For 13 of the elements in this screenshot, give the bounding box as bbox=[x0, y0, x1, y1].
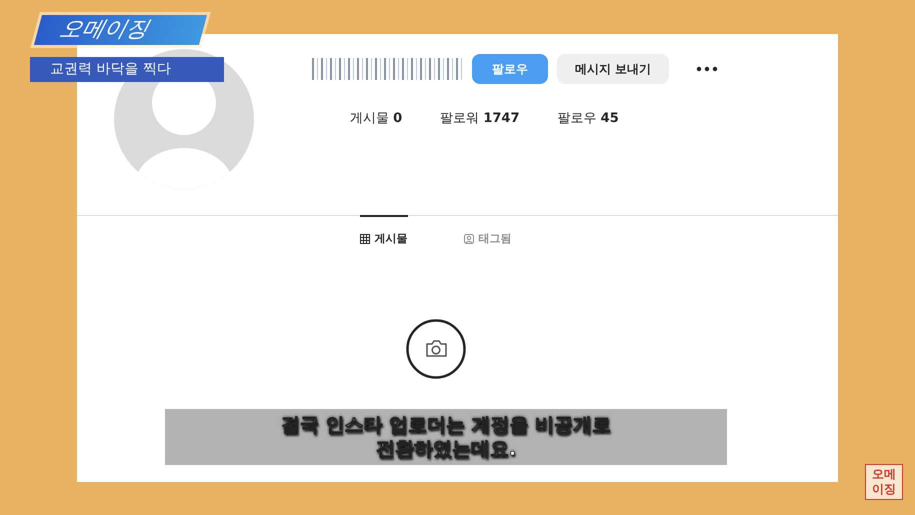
program-title: 교권력 바닥을 찍다 bbox=[30, 57, 224, 82]
person-tag-icon bbox=[464, 234, 474, 244]
profile-tab[interactable]: 게시물 bbox=[360, 215, 408, 260]
subtitle-text: 결국 인스타 업로더는 계정을 비공개로 전환하였는데요. bbox=[280, 413, 612, 461]
more-options-icon[interactable] bbox=[696, 66, 718, 72]
channel-logo: 오메이징 bbox=[34, 15, 208, 45]
message-button[interactable]: 메시지 보내기 bbox=[557, 54, 669, 84]
profile-stat[interactable]: 팔로워 1747 bbox=[440, 109, 520, 127]
corner-logo: 오메 이징 bbox=[865, 464, 903, 500]
grid-icon bbox=[360, 234, 370, 244]
profile-stat[interactable]: 게시물 0 bbox=[350, 109, 402, 127]
profile-stat[interactable]: 팔로우 45 bbox=[558, 109, 619, 127]
camera-icon bbox=[406, 319, 466, 379]
